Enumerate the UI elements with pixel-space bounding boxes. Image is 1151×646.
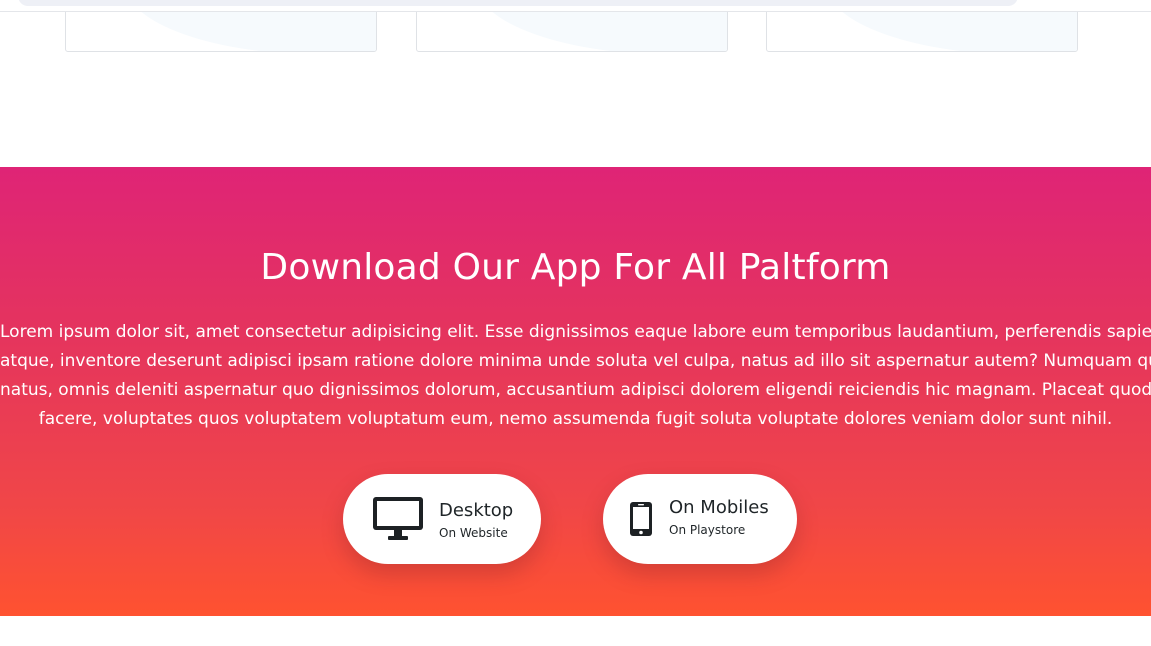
desktop-button-title: Desktop [439, 499, 514, 521]
description-line: facere, voluptates quos voluptatem volup… [38, 409, 1113, 429]
mobile-button-title: On Mobiles [669, 496, 769, 518]
download-app-section: Download Our App For All Paltform Lorem … [0, 167, 1151, 616]
desktop-download-button[interactable]: Desktop On Website [343, 474, 541, 564]
page: Download Our App For All Paltform Lorem … [0, 0, 1151, 646]
header-strip [0, 0, 1151, 12]
desktop-button-text: Desktop On Website [439, 500, 513, 541]
description-line: Lorem ipsum dolor sit, amet consectetur … [0, 322, 1151, 342]
mobile-download-button[interactable]: On Mobiles On Playstore [603, 474, 797, 564]
download-description: Lorem ipsum dolor sit, amet consectetur … [0, 318, 1151, 434]
desktop-button-subtitle: On Website [439, 525, 508, 540]
search-bar-edge[interactable] [18, 0, 1018, 6]
desktop-monitor-icon [372, 496, 424, 542]
mobile-phone-icon [629, 501, 653, 537]
description-line: atque, inventore deserunt adipisci ipsam… [0, 351, 1151, 371]
description-line: natus, omnis deleniti aspernatur quo dig… [0, 380, 1151, 400]
mobile-button-subtitle: On Playstore [669, 522, 746, 537]
mobile-button-text: On Mobiles On Playstore [669, 497, 769, 538]
download-title: Download Our App For All Paltform [260, 247, 891, 288]
